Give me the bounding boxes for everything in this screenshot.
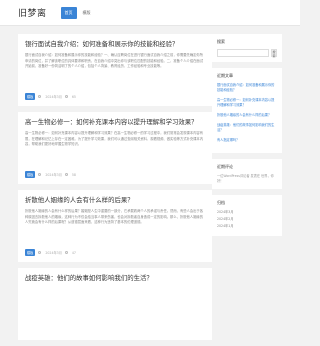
recent-posts-widget: 近期文章 银行面试自我介绍：如何准备和展示你的技能和经验？ 高一生物必修一：如何… [212, 68, 282, 153]
recent-post-link[interactable]: 银行面试自我介绍：如何准备和展示你的技能和经验？ [217, 83, 277, 93]
sidebar: 搜索 搜索 近期文章 银行面试自我介绍：如何准备和展示你的技能和经验？ 高一生物… [212, 34, 282, 242]
archives-title: 归档 [217, 200, 225, 205]
top-navbar: 旧梦离 首页 模版 [0, 0, 300, 26]
clock-icon [38, 173, 42, 176]
archive-link[interactable]: 2024年2月 [217, 217, 277, 222]
post-date: 2024年3月 [45, 251, 62, 255]
recent-post-link[interactable]: 高一生物必修一：如何补充课本内容以提升理解和学习效果？ [217, 98, 277, 108]
post-date: 2024年3月 [45, 173, 62, 177]
archive-link[interactable]: 2024年3月 [217, 210, 277, 215]
archives-widget: 归档 2024年3月 2024年2月 2024年1月 [212, 195, 282, 236]
post-card: 银行面试自我介绍：如何准备和展示你的技能和经验？ 银行面试自我介绍：如何准备和展… [18, 34, 212, 106]
post-views: 65 [71, 94, 76, 99]
post-title[interactable]: 高一生物必修一：如何补充课本内容以提升理解和学习效果？ [25, 118, 205, 127]
main-nav: 首页 模版 [60, 6, 95, 19]
post-title[interactable]: 折散他人姻缘的人会有什么样的后果？ [25, 196, 205, 205]
clock-icon [38, 251, 42, 254]
post-excerpt: 银行面试自我介绍：如何准备和展示你的技能和经验？一、确认应聘岗位在进行银行面试自… [25, 53, 204, 69]
recent-comment-item[interactable]: 一位WordPress评论者 发表在 世界，你好！ [217, 174, 277, 184]
post-list: 银行面试自我介绍：如何准备和展示你的技能和经验？ 银行面试自我介绍：如何准备和展… [18, 34, 212, 346]
post-excerpt: 高一生物必修一：如何补充课本内容以提升理解和学习效果？在高一生物必修一的学习过程… [25, 131, 204, 147]
post-views: 58 [71, 172, 76, 177]
search-widget: 搜索 搜索 [212, 34, 282, 62]
post-card: 折散他人姻缘的人会有什么样的后果？ 折散他人姻缘的人会有什么样的后果？婚姻是人生… [18, 190, 212, 262]
archive-link[interactable]: 2024年1月 [217, 224, 277, 229]
nav-item-templates[interactable]: 模版 [79, 7, 95, 19]
search-input[interactable] [217, 49, 269, 57]
post-card: 高一生物必修一：如何补充课本内容以提升理解和学习效果？ 高一生物必修一：如何补充… [18, 112, 212, 184]
post-date: 2024年3月 [45, 95, 62, 99]
nav-item-home[interactable]: 首页 [60, 6, 77, 19]
recent-post-link[interactable]: 折散他人姻缘的人会有什么样的后果？ [217, 113, 277, 118]
clock-icon [38, 95, 42, 98]
category-badge[interactable]: 模板 [25, 171, 36, 178]
eye-icon [64, 95, 68, 98]
recent-post-link[interactable]: 有人指定哪吗？ [217, 138, 277, 143]
recent-post-link[interactable]: 战疫英雄：他们的故事如何影响我们的生活？ [217, 123, 277, 133]
eye-icon [64, 251, 68, 254]
recent-comments-title: 近期评论 [217, 164, 233, 169]
category-badge[interactable]: 模板 [25, 93, 36, 100]
post-title[interactable]: 银行面试自我介绍：如何准备和展示你的技能和经验？ [25, 40, 205, 49]
category-badge[interactable]: 模板 [25, 249, 36, 256]
post-views: 47 [71, 250, 76, 255]
post-excerpt: 折散他人姻缘的人会有什么样的后果？婚姻是人生中重要的一部分，它承载着两个人的承诺… [25, 209, 204, 225]
post-card: 战疫英雄：他们的故事如何影响我们的生活？ [18, 268, 212, 340]
search-button[interactable]: 搜索 [271, 49, 277, 58]
post-meta: 模板 2024年3月 58 [25, 171, 205, 178]
search-widget-title: 搜索 [217, 39, 225, 44]
recent-posts-title: 近期文章 [217, 73, 233, 78]
post-meta: 模板 2024年3月 47 [25, 249, 205, 256]
eye-icon [64, 173, 68, 176]
post-meta: 模板 2024年3月 65 [25, 93, 205, 100]
post-title[interactable]: 战疫英雄：他们的故事如何影响我们的生活？ [25, 274, 205, 283]
site-logo[interactable]: 旧梦离 [18, 6, 47, 19]
recent-comments-widget: 近期评论 一位WordPress评论者 发表在 世界，你好！ [212, 159, 282, 189]
